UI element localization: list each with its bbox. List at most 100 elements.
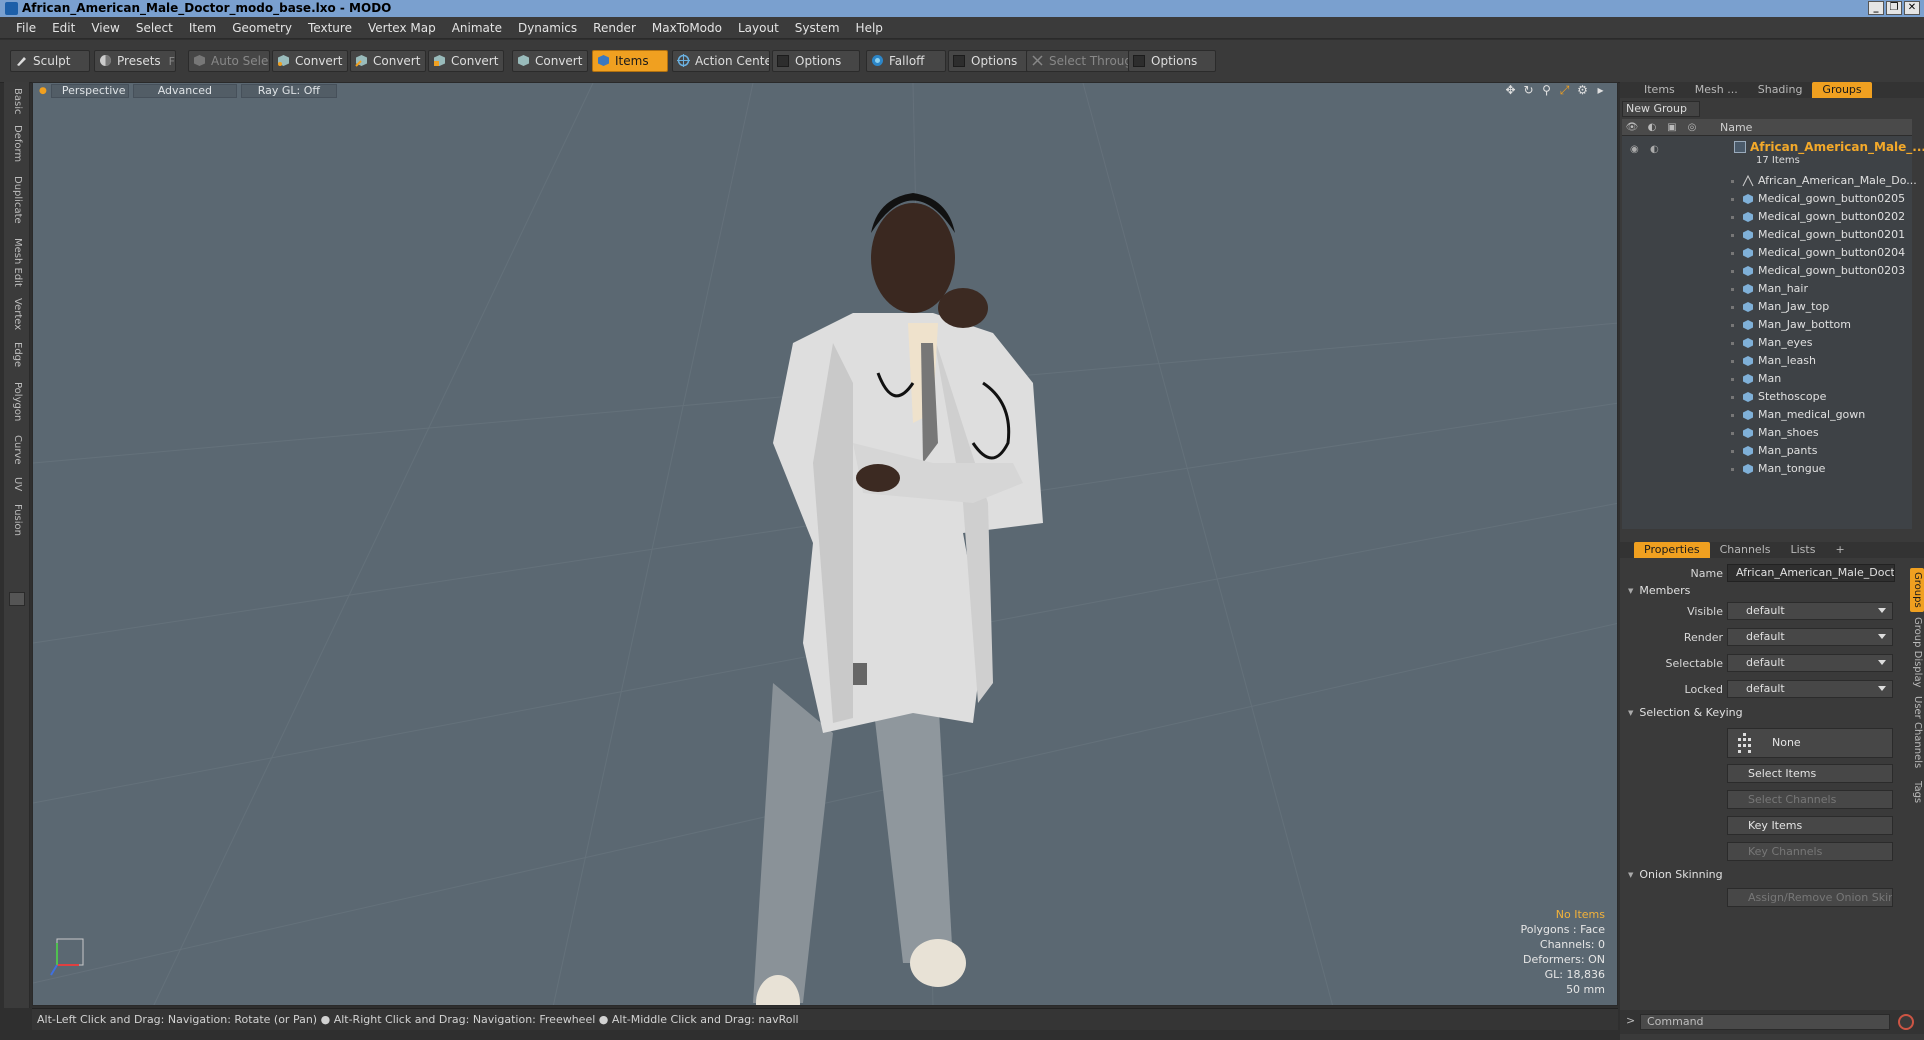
list-item[interactable]: Medical_gown_button0201 — [1622, 226, 1912, 244]
convert-items-button[interactable]: Convert — [512, 50, 588, 72]
selection-keying-section[interactable]: Selection & Keying — [1628, 706, 1742, 719]
list-item[interactable]: Man_hair — [1622, 280, 1912, 298]
list-item[interactable]: Man — [1622, 370, 1912, 388]
falloff-button[interactable]: Falloff — [866, 50, 946, 72]
select-items-button[interactable]: Select Items — [1727, 764, 1893, 783]
minimize-button[interactable]: _ — [1868, 1, 1884, 15]
visible-dropdown[interactable]: default — [1727, 602, 1893, 620]
tab-basic[interactable]: Basic — [8, 84, 26, 118]
assign-onion-skin-button[interactable]: Assign/Remove Onion Skin ... — [1727, 888, 1893, 907]
tab-edge[interactable]: Edge — [8, 338, 26, 372]
doctor-model[interactable] — [753, 193, 1043, 1006]
options-button-3[interactable]: Options — [1128, 50, 1216, 72]
record-icon[interactable] — [1898, 1014, 1914, 1030]
menu-view[interactable]: View — [83, 17, 127, 39]
menu-item[interactable]: Item — [181, 17, 224, 39]
auto-select-button[interactable]: Auto Select — [188, 50, 270, 72]
tab-mesh-edit[interactable]: Mesh Edit — [8, 234, 26, 290]
tab-deform[interactable]: Deform — [8, 122, 26, 166]
maximize-button[interactable]: ❐ — [1886, 1, 1902, 15]
list-item[interactable]: Medical_gown_button0204 — [1622, 244, 1912, 262]
options-checkbox-2[interactable] — [953, 55, 965, 67]
select-channels-button[interactable]: Select Channels — [1727, 790, 1893, 809]
list-item[interactable]: Medical_gown_button0205 — [1622, 190, 1912, 208]
tab-duplicate[interactable]: Duplicate — [8, 172, 26, 228]
members-section[interactable]: Members — [1628, 584, 1690, 597]
list-item[interactable]: Man_eyes — [1622, 334, 1912, 352]
menu-dynamics[interactable]: Dynamics — [510, 17, 585, 39]
group-render-toggle[interactable]: ◐ — [1650, 144, 1659, 155]
tab-toggle-button[interactable] — [9, 592, 25, 606]
render-col-icon[interactable]: ◐ — [1644, 119, 1660, 136]
side-tab-tags[interactable]: Tags — [1910, 776, 1924, 808]
options-button-2[interactable]: Options — [948, 50, 1032, 72]
options-checkbox-3[interactable] — [1133, 55, 1145, 67]
none-button[interactable]: None — [1727, 728, 1893, 758]
menu-animate[interactable]: Animate — [444, 17, 510, 39]
list-item[interactable]: Man_Jaw_top — [1622, 298, 1912, 316]
3d-viewport[interactable]: ● Perspective Advanced Ray GL: Off ✥ ↻ ⚲… — [32, 82, 1618, 1006]
tab-items[interactable]: Items — [1634, 82, 1685, 98]
tab-mesh[interactable]: Mesh ... — [1685, 82, 1748, 98]
items-mode-button[interactable]: Items — [592, 50, 668, 72]
view-type-button[interactable]: Perspective — [50, 84, 129, 98]
locked-dropdown[interactable]: default — [1727, 680, 1893, 698]
options-checkbox-1[interactable] — [777, 55, 789, 67]
list-item[interactable]: Stethoscope — [1622, 388, 1912, 406]
options-button-1[interactable]: Options — [772, 50, 860, 72]
list-item[interactable]: African_American_Male_Do... — [1622, 172, 1917, 190]
list-item[interactable]: Man_leash — [1622, 352, 1912, 370]
zoom-icon[interactable]: ⚲ — [1540, 84, 1553, 97]
selectable-dropdown[interactable]: default — [1727, 654, 1893, 672]
onion-skinning-section[interactable]: Onion Skinning — [1628, 868, 1722, 881]
maximize-icon[interactable]: ⤢ — [1558, 84, 1571, 97]
gear-icon[interactable]: ⚙ — [1576, 84, 1589, 97]
convert-polygons-button[interactable]: Convert — [428, 50, 504, 72]
rotate-icon[interactable]: ↻ — [1522, 84, 1535, 97]
menu-file[interactable]: File — [8, 17, 44, 39]
tab-vertex[interactable]: Vertex — [8, 294, 26, 334]
expand-arrow-icon[interactable]: ▸ — [1594, 84, 1607, 97]
tab-polygon[interactable]: Polygon — [8, 378, 26, 426]
side-tab-user-channels[interactable]: User Channels — [1910, 692, 1924, 772]
select-through-button[interactable]: Select Through — [1026, 50, 1130, 72]
convert-edges-button[interactable]: Convert — [350, 50, 426, 72]
menu-texture[interactable]: Texture — [300, 17, 360, 39]
list-item[interactable]: Man_shoes — [1622, 424, 1912, 442]
menu-render[interactable]: Render — [585, 17, 644, 39]
tab-uv[interactable]: UV — [8, 474, 26, 494]
menu-help[interactable]: Help — [848, 17, 891, 39]
menu-layout[interactable]: Layout — [730, 17, 787, 39]
list-item[interactable]: Man_pants — [1622, 442, 1912, 460]
tab-curve[interactable]: Curve — [8, 432, 26, 468]
name-field[interactable]: African_American_Male_Doctor ( — [1727, 564, 1895, 582]
group-visible-toggle[interactable]: ◉ — [1630, 144, 1639, 155]
close-button[interactable]: ✕ — [1904, 1, 1920, 15]
shading-mode-button[interactable]: Advanced — [132, 84, 237, 98]
new-group-button[interactable]: New Group — [1622, 101, 1700, 117]
menu-edit[interactable]: Edit — [44, 17, 83, 39]
raygl-button[interactable]: Ray GL: Off — [240, 84, 337, 98]
convert-vertices-button[interactable]: Convert — [272, 50, 348, 72]
render-dropdown[interactable]: default — [1727, 628, 1893, 646]
menu-vertex-map[interactable]: Vertex Map — [360, 17, 444, 39]
command-input[interactable]: Command — [1640, 1014, 1890, 1030]
tab-shading[interactable]: Shading — [1748, 82, 1813, 98]
side-tab-group-display[interactable]: Group Display — [1910, 616, 1924, 688]
group-row[interactable]: ◉ ◐ African_American_Male_... 17 Items — [1622, 138, 1924, 170]
visibility-col-icon[interactable]: 👁 — [1624, 119, 1640, 136]
tab-fusion[interactable]: Fusion — [8, 500, 26, 540]
side-tab-groups[interactable]: Groups — [1910, 568, 1924, 612]
menu-maxtomodo[interactable]: MaxToModo — [644, 17, 730, 39]
presets-button[interactable]: Presets F6 — [94, 50, 176, 72]
list-item[interactable]: Medical_gown_button0202 — [1622, 208, 1912, 226]
action-center-button[interactable]: Action Center — [672, 50, 770, 72]
list-item[interactable]: Man_tongue — [1622, 460, 1912, 478]
list-item[interactable]: Man_medical_gown — [1622, 406, 1912, 424]
list-item[interactable]: Medical_gown_button0203 — [1622, 262, 1912, 280]
select-col-icon[interactable]: ◎ — [1684, 119, 1700, 136]
list-item[interactable]: Man_Jaw_bottom — [1622, 316, 1912, 334]
name-column-header[interactable]: Name — [1720, 119, 1752, 136]
sculpt-button[interactable]: Sculpt — [10, 50, 90, 72]
viewport-menu-icon[interactable]: ● — [39, 86, 47, 96]
